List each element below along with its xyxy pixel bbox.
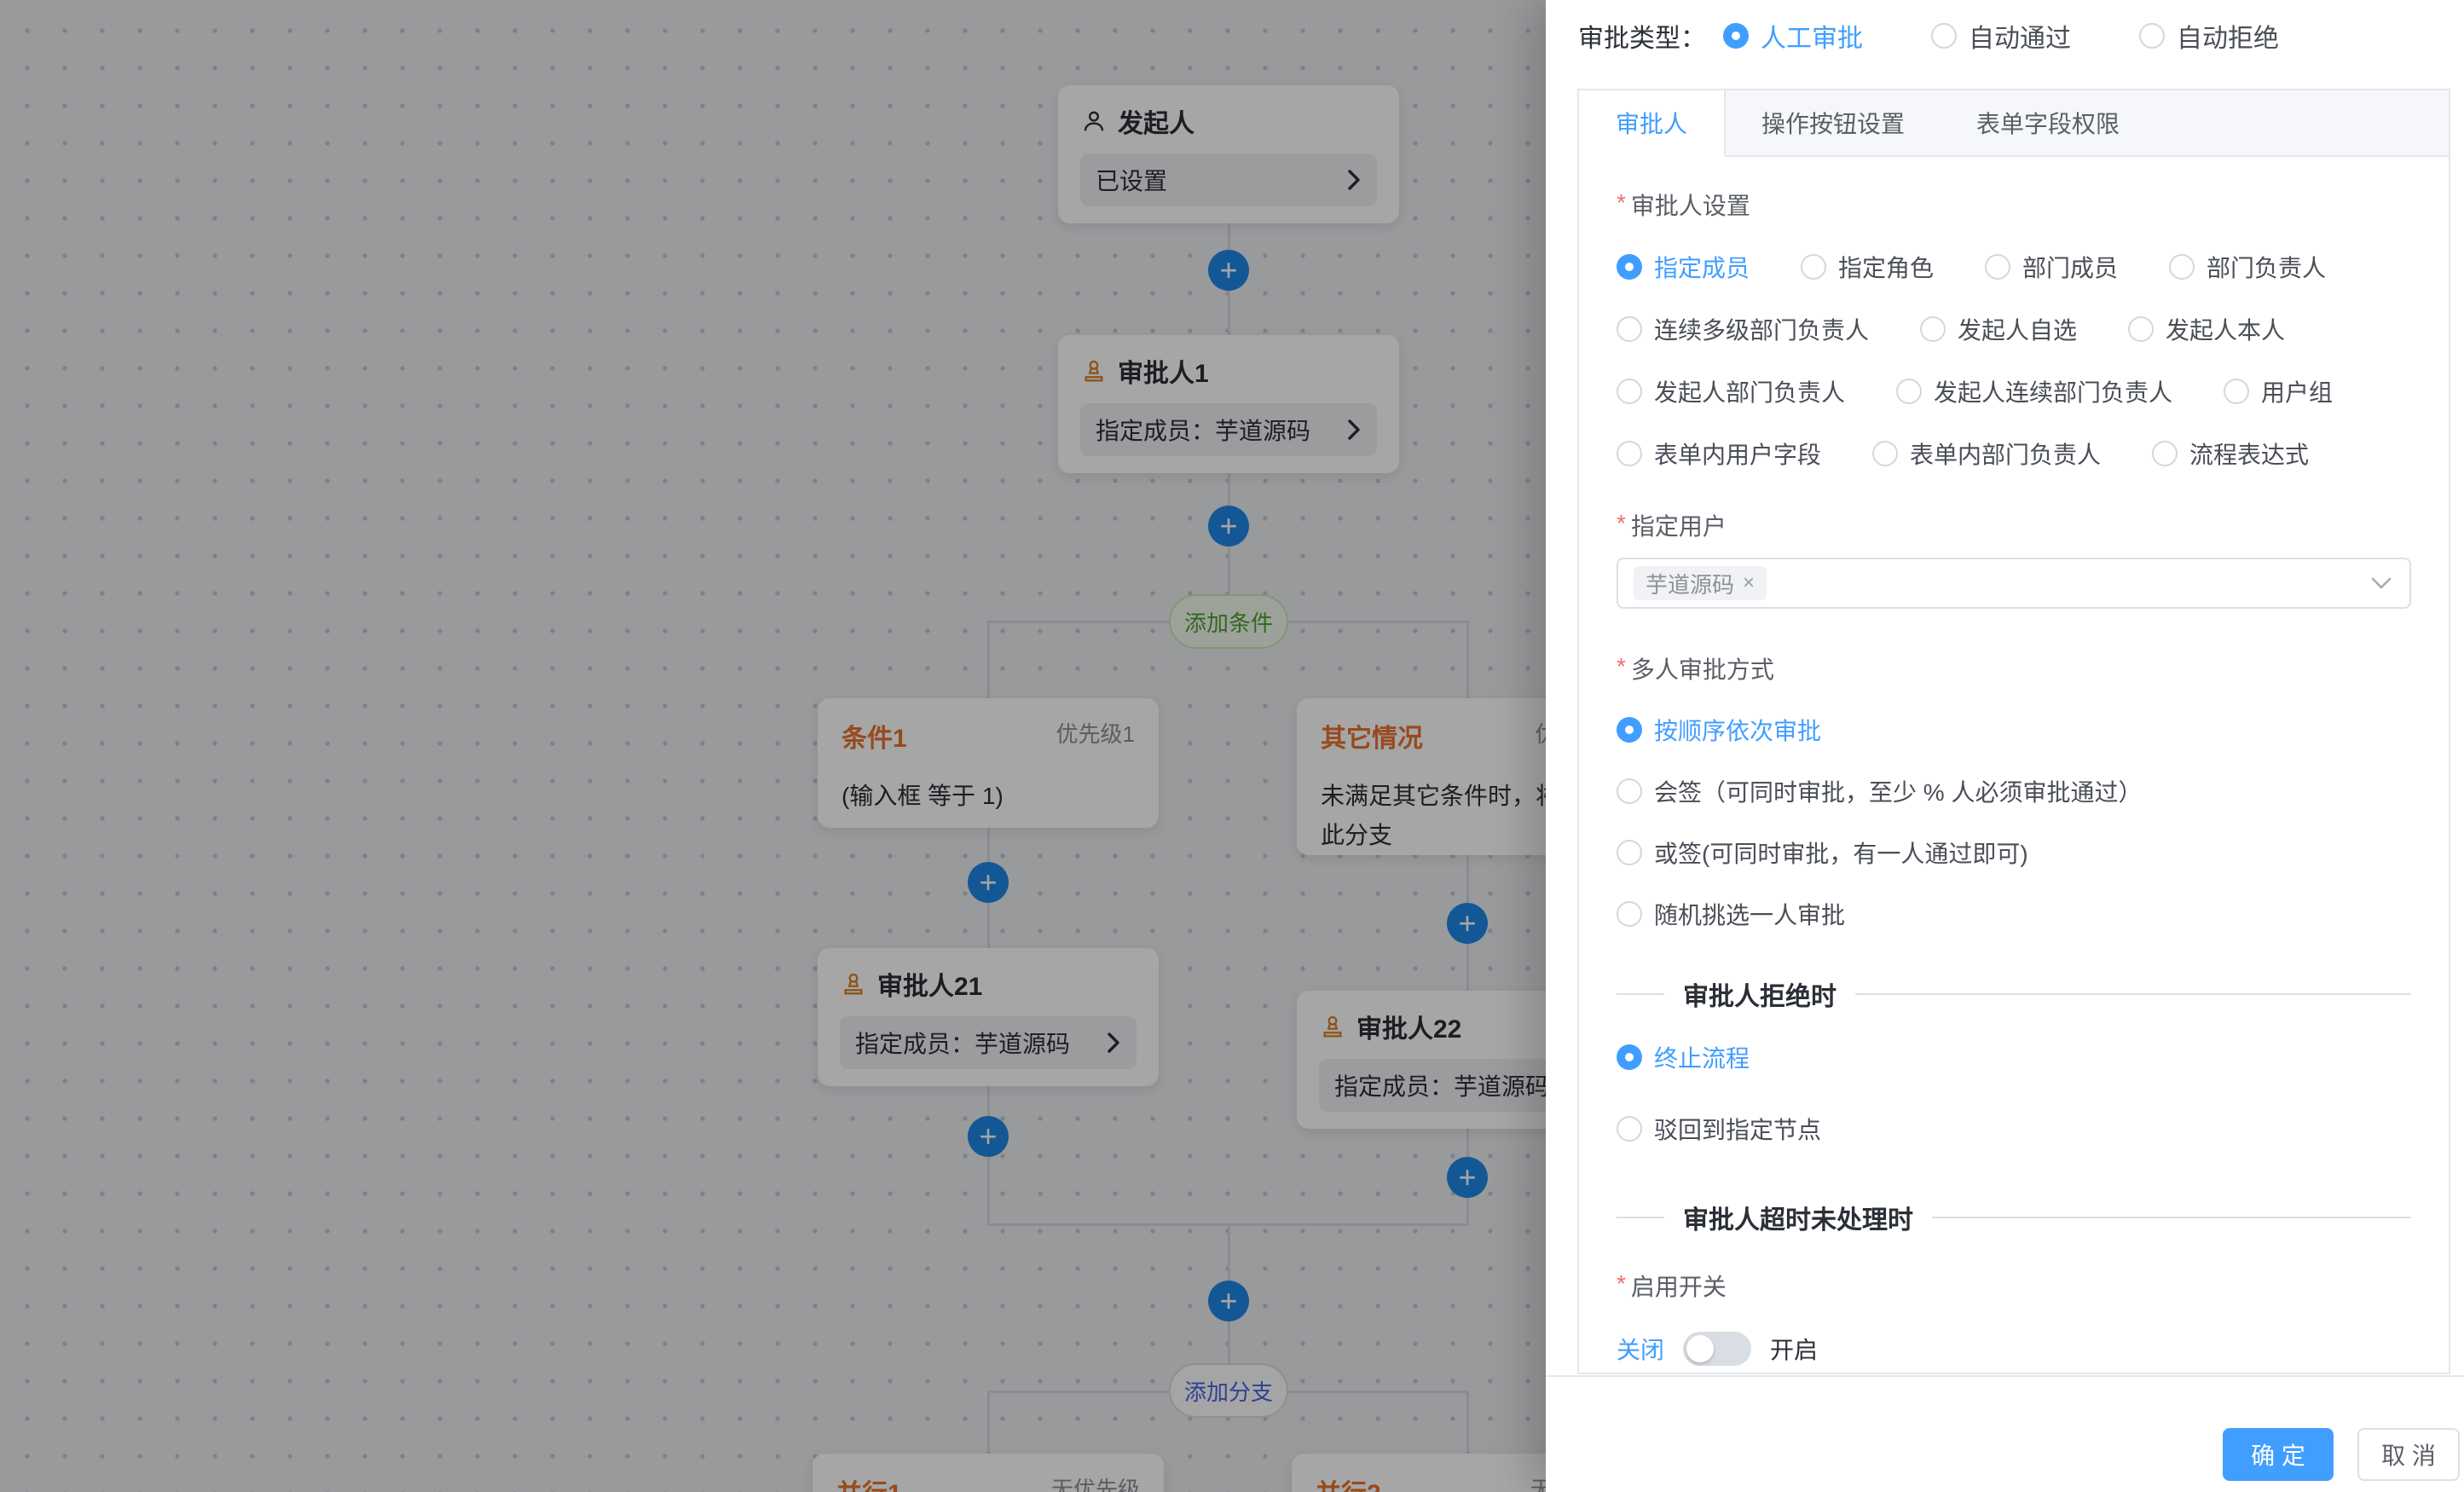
radio-icon xyxy=(1617,254,1642,280)
radio-icon xyxy=(1872,441,1898,466)
radio-dept-leader[interactable]: 部门负责人 xyxy=(2169,250,2326,284)
enable-switch-label: * 启用开关 xyxy=(1617,1269,2411,1303)
approver-setting-label: * 审批人设置 xyxy=(1617,188,2411,222)
radio-icon xyxy=(1617,778,1642,804)
modal-overlay[interactable] xyxy=(0,0,1546,1492)
reject-options: 终止流程 驳回到指定节点 xyxy=(1617,1040,2411,1146)
radio-icon xyxy=(1617,840,1642,865)
radio-assign-member[interactable]: 指定成员 xyxy=(1617,250,1750,284)
radio-icon xyxy=(1617,1116,1642,1142)
radio-icon xyxy=(2152,441,2178,466)
assign-user-label: * 指定用户 xyxy=(1617,508,2411,542)
approval-type-label: 审批类型： xyxy=(1578,17,1706,55)
required-asterisk: * xyxy=(1617,1272,1626,1296)
radio-icon xyxy=(1920,316,1946,342)
radio-orsign[interactable]: 或签(可同时审批，有一人通过即可) xyxy=(1617,836,2411,870)
radio-icon xyxy=(1723,23,1749,49)
radio-assign-role[interactable]: 指定角色 xyxy=(1801,250,1934,284)
radio-countersign[interactable]: 会签（可同时审批，至少 % 人必须审批通过） xyxy=(1617,774,2411,808)
switch-on-label: 开启 xyxy=(1770,1332,1818,1366)
approver-tab-body: * 审批人设置 指定成员 指定角色 部门成员 部门负责人 连续多级部门负责人 发… xyxy=(1579,157,2449,1374)
radio-icon xyxy=(1801,254,1826,280)
approver-option-row: 指定成员 指定角色 部门成员 部门负责人 xyxy=(1617,250,2411,284)
drawer-footer: 确 定 取 消 xyxy=(1546,1375,2464,1492)
radio-icon xyxy=(1617,441,1642,466)
enable-switch-row: 关闭 开启 xyxy=(1617,1332,2411,1366)
tab-bar: 审批人 操作按钮设置 表单字段权限 xyxy=(1579,90,2449,157)
approver-option-row: 表单内用户字段 表单内部门负责人 流程表达式 xyxy=(1617,437,2411,471)
radio-initiator-dept-leader[interactable]: 发起人部门负责人 xyxy=(1617,374,1845,408)
radio-return-to-node[interactable]: 驳回到指定节点 xyxy=(1617,1112,2411,1146)
radio-sequential-approve[interactable]: 按顺序依次审批 xyxy=(1617,713,2411,747)
confirm-button[interactable]: 确 定 xyxy=(2223,1428,2334,1481)
radio-icon xyxy=(1617,901,1642,927)
radio-icon xyxy=(1896,379,1922,404)
radio-icon xyxy=(1931,23,1957,49)
radio-icon xyxy=(1985,254,2010,280)
timeout-section-divider: 审批人超时未处理时 xyxy=(1617,1199,2411,1236)
required-asterisk: * xyxy=(1617,512,1626,535)
radio-icon xyxy=(2169,254,2195,280)
radio-process-expression[interactable]: 流程表达式 xyxy=(2152,437,2309,471)
approver-settings-drawer: 审批类型： 人工审批 自动通过 自动拒绝 审批人 操作按钮设 xyxy=(1546,0,2464,1492)
toggle-knob xyxy=(1686,1335,1714,1362)
radio-initiator-choose[interactable]: 发起人自选 xyxy=(1920,312,2077,346)
radio-icon xyxy=(2139,23,2165,49)
approver-option-row: 发起人部门负责人 发起人连续部门负责人 用户组 xyxy=(1617,374,2411,408)
approval-flow-designer: 发起人 已设置 + 审批人1 指定成员：芋道源码 xyxy=(0,0,2464,1492)
required-asterisk: * xyxy=(1617,655,1626,679)
approval-type-row: 审批类型： 人工审批 自动通过 自动拒绝 xyxy=(1578,17,2279,55)
radio-icon xyxy=(2224,379,2249,404)
radio-icon xyxy=(1617,1044,1642,1070)
radio-auto-reject[interactable]: 自动拒绝 xyxy=(2139,17,2279,55)
radio-form-user-field[interactable]: 表单内用户字段 xyxy=(1617,437,1821,471)
user-tag: 芋道源码 × xyxy=(1634,566,1767,600)
radio-multi-level-dept-leader[interactable]: 连续多级部门负责人 xyxy=(1617,312,1869,346)
radio-random-one[interactable]: 随机挑选一人审批 xyxy=(1617,897,2411,931)
radio-manual-approval[interactable]: 人工审批 xyxy=(1723,17,1863,55)
tab-action-buttons[interactable]: 操作按钮设置 xyxy=(1726,90,1941,155)
radio-terminate-process[interactable]: 终止流程 xyxy=(1617,1040,2411,1074)
radio-form-dept-leader[interactable]: 表单内部门负责人 xyxy=(1872,437,2101,471)
radio-icon xyxy=(1617,717,1642,743)
enable-toggle[interactable] xyxy=(1683,1332,1751,1366)
radio-icon xyxy=(2128,316,2154,342)
radio-initiator-multi-dept-leader[interactable]: 发起人连续部门负责人 xyxy=(1896,374,2172,408)
chevron-down-icon xyxy=(2370,576,2392,590)
radio-icon xyxy=(1617,316,1642,342)
required-asterisk: * xyxy=(1617,191,1626,215)
radio-auto-approve[interactable]: 自动通过 xyxy=(1931,17,2071,55)
tab-form-field-permissions[interactable]: 表单字段权限 xyxy=(1941,90,2155,155)
radio-user-group[interactable]: 用户组 xyxy=(2224,374,2333,408)
tab-approver[interactable]: 审批人 xyxy=(1579,90,1726,157)
radio-initiator-self[interactable]: 发起人本人 xyxy=(2128,312,2285,346)
settings-tabs-box: 审批人 操作按钮设置 表单字段权限 * 审批人设置 指定成员 指定角色 部门成员… xyxy=(1577,89,2450,1374)
multi-approve-label: * 多人审批方式 xyxy=(1617,651,2411,685)
reject-section-divider: 审批人拒绝时 xyxy=(1617,975,2411,1013)
assign-user-select[interactable]: 芋道源码 × xyxy=(1617,558,2411,609)
radio-icon xyxy=(1617,379,1642,404)
switch-off-label: 关闭 xyxy=(1617,1332,1664,1366)
cancel-button[interactable]: 取 消 xyxy=(2357,1428,2460,1481)
approver-option-row: 连续多级部门负责人 发起人自选 发起人本人 xyxy=(1617,312,2411,346)
radio-dept-member[interactable]: 部门成员 xyxy=(1985,250,2118,284)
tag-close-icon[interactable]: × xyxy=(1743,571,1755,595)
multi-approve-options: 按顺序依次审批 会签（可同时审批，至少 % 人必须审批通过） 或签(可同时审批，… xyxy=(1617,713,2411,931)
